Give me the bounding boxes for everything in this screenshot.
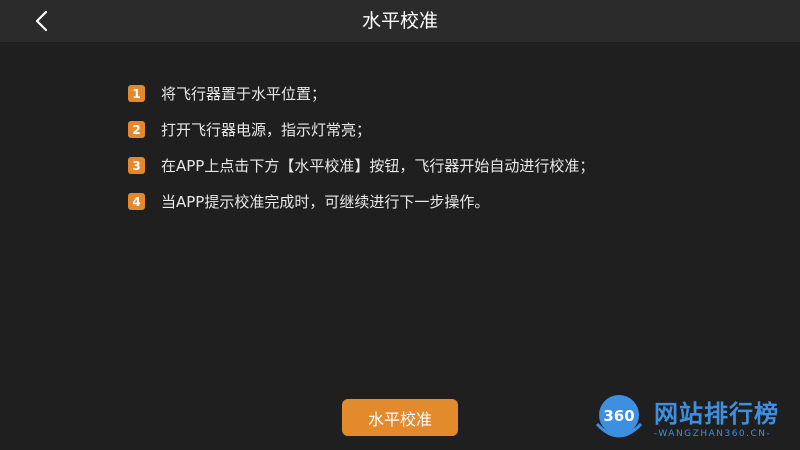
level-calibration-button[interactable]: 水平校准 [342, 399, 458, 436]
step-text: 在APP上点击下方【水平校准】按钮，飞行器开始自动进行校准； [161, 157, 595, 175]
watermark: 360 网站排行榜 -WANGZHAN360.CN- [590, 386, 800, 450]
step-text: 打开飞行器电源，指示灯常亮； [161, 121, 372, 139]
instruction-step: 2 打开飞行器电源，指示灯常亮； [128, 118, 648, 142]
instruction-step: 1 将飞行器置于水平位置； [128, 82, 648, 106]
page-title: 水平校准 [361, 10, 438, 32]
step-number-badge: 4 [128, 193, 145, 210]
step-text: 将飞行器置于水平位置； [161, 85, 327, 103]
watermark-logo: 360 [595, 395, 643, 438]
step-number-badge: 1 [128, 85, 145, 102]
watermark-logo-text: 360 [603, 407, 634, 425]
step-number-badge: 2 [128, 121, 145, 138]
chevron-left-icon [35, 10, 48, 32]
instruction-step: 3 在APP上点击下方【水平校准】按钮，飞行器开始自动进行校准； [128, 154, 648, 178]
top-bar: 水平校准 [0, 0, 800, 42]
instruction-list: 1 将飞行器置于水平位置； 2 打开飞行器电源，指示灯常亮； 3 在APP上点击… [128, 82, 648, 226]
watermark-subtitle: -WANGZHAN360.CN- [654, 429, 772, 439]
back-button[interactable] [28, 6, 56, 36]
instruction-step: 4 当APP提示校准完成时，可继续进行下一步操作。 [128, 190, 648, 214]
watermark-title: 网站排行榜 [654, 400, 779, 428]
step-text: 当APP提示校准完成时，可继续进行下一步操作。 [161, 193, 490, 211]
step-number-badge: 3 [128, 157, 145, 174]
